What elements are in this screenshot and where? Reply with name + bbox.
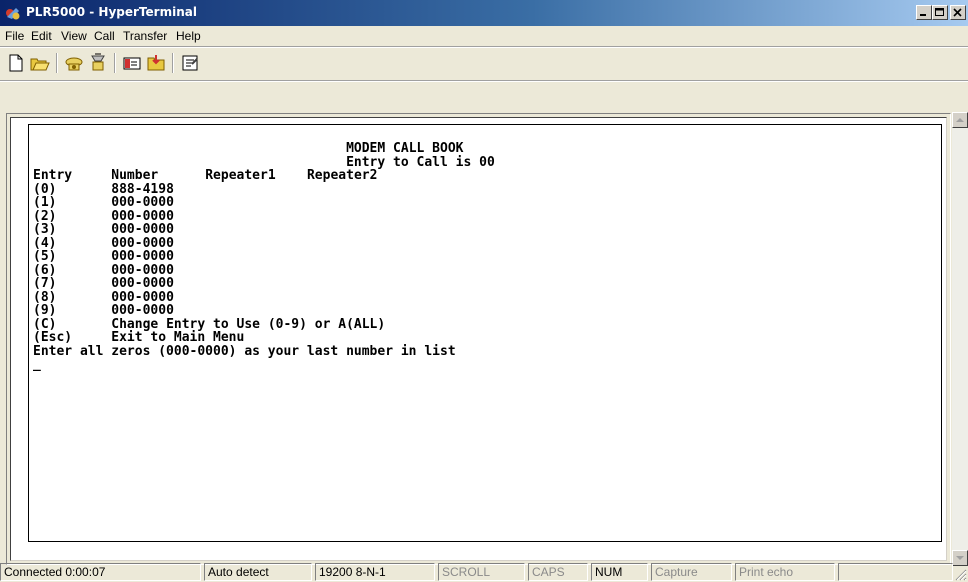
close-button[interactable]: [950, 5, 966, 20]
column-repeater2: Repeater2: [306, 168, 378, 183]
status-capture: Capture: [651, 563, 732, 581]
column-repeater1: Repeater1: [205, 168, 276, 183]
resize-grip-icon[interactable]: [954, 568, 967, 581]
menu-call[interactable]: Call: [94, 29, 115, 43]
open-file-icon[interactable]: [28, 51, 52, 75]
status-port-settings: 19200 8-N-1: [315, 563, 435, 581]
properties-icon[interactable]: [178, 51, 202, 75]
toolbar: [0, 48, 968, 78]
toolbar-separator: [114, 53, 116, 73]
new-file-icon[interactable]: [4, 51, 28, 75]
vertical-scrollbar[interactable]: [952, 112, 968, 566]
instruction-text: Enter all zeros (000-0000) as your last …: [33, 343, 456, 359]
status-empty-pane: [838, 563, 953, 581]
connect-phone-icon[interactable]: [62, 51, 86, 75]
status-scroll: SCROLL: [438, 563, 525, 581]
receive-icon[interactable]: [144, 51, 168, 75]
status-num: NUM: [591, 563, 648, 581]
disconnect-phone-icon[interactable]: [86, 51, 110, 75]
terminal-text: MODEM CALL BOOK Entry to Call is 00 Entr…: [33, 142, 495, 372]
maximize-button[interactable]: [932, 5, 948, 20]
window-title: PLR5000 - HyperTerminal: [26, 5, 197, 19]
menu-file[interactable]: File: [5, 29, 24, 43]
menu-view[interactable]: View: [61, 29, 87, 43]
menu-help[interactable]: Help: [176, 29, 201, 43]
status-caps: CAPS: [528, 563, 588, 581]
menu-edit[interactable]: Edit: [31, 29, 52, 43]
status-connected: Connected 0:00:07: [0, 563, 201, 581]
menu-transfer[interactable]: Transfer: [123, 29, 167, 43]
text-cursor: _: [33, 357, 41, 372]
status-bar: Connected 0:00:07 Auto detect 19200 8-N-…: [0, 562, 968, 582]
hyperterminal-app-icon[interactable]: [4, 4, 22, 22]
send-icon[interactable]: [120, 51, 144, 75]
toolbar-separator-bottom: [0, 80, 968, 82]
minimize-button[interactable]: [916, 5, 932, 20]
scroll-up-button[interactable]: [952, 112, 968, 128]
toolbar-separator: [172, 53, 174, 73]
title-bar[interactable]: PLR5000 - HyperTerminal: [0, 0, 968, 26]
status-auto-detect: Auto detect: [204, 563, 312, 581]
toolbar-separator: [56, 53, 58, 73]
hyperterminal-window: PLR5000 - HyperTerminal File Edit View C…: [0, 0, 968, 582]
menu-bar: File Edit View Call Transfer Help: [0, 26, 968, 46]
status-print-echo: Print echo: [735, 563, 835, 581]
